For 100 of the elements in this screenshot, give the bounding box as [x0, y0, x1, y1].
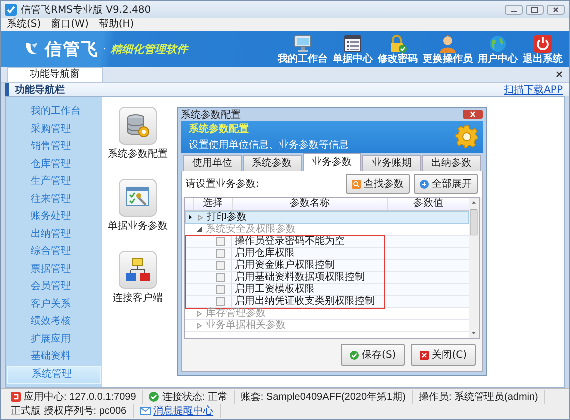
scrollbar[interactable] — [469, 198, 479, 338]
menu-item[interactable]: 帮助(H) — [98, 18, 134, 30]
status-text: 正式版 授权序列号: pc006 — [11, 404, 127, 418]
group-label: 业务单据相关参数 — [206, 320, 286, 331]
parameter-name: 启用仓库权限 — [231, 248, 385, 259]
user-icon — [438, 34, 458, 54]
minimize-icon[interactable] — [505, 4, 523, 14]
parameter-name: 启用基础资料数据项权限控制 — [231, 272, 385, 283]
collapsed-icon[interactable] — [198, 214, 203, 220]
nav-item[interactable]: 综合管理 — [7, 243, 101, 260]
monitor-icon — [293, 34, 313, 54]
shortcut-label: 单据业务参数 — [108, 220, 168, 233]
message-link[interactable]: 消息提醒中心 — [154, 404, 214, 418]
plus-icon — [420, 180, 429, 188]
tool-button[interactable]: 查找参数 — [346, 174, 410, 194]
close-icon[interactable] — [463, 110, 483, 119]
column-header: 选择 — [193, 198, 232, 210]
prompt-label: 请设置业务参数: — [186, 178, 260, 191]
nav-item[interactable]: 采购管理 — [7, 120, 101, 138]
group-row[interactable]: 打印参数 — [185, 211, 469, 224]
toolbar-button[interactable]: 修改密码 — [376, 32, 420, 66]
menu-item[interactable]: 系统(S) — [7, 18, 42, 30]
separator-dot: · — [103, 42, 107, 56]
status-text: 连接状态: 正常 — [162, 390, 228, 404]
group-row[interactable]: 库存管理参数 — [185, 308, 469, 320]
nav-item[interactable]: 系统管理 — [7, 366, 101, 384]
toolbar-button[interactable]: 更换操作员 — [421, 32, 475, 66]
tagline: 精细化管理软件 — [110, 42, 188, 56]
checkbox[interactable] — [216, 273, 225, 282]
app-logo-icon — [5, 4, 17, 16]
maximize-icon[interactable] — [526, 4, 544, 14]
shortcut-button[interactable] — [119, 179, 157, 217]
checkbox[interactable] — [216, 285, 225, 294]
list-icon — [343, 34, 363, 54]
dialog-title: 系统参数配置 — [181, 108, 241, 122]
lock-icon — [388, 34, 408, 54]
app-icon — [11, 392, 21, 402]
envelope-icon — [140, 407, 151, 415]
shortcut-button[interactable] — [119, 251, 157, 289]
parameter-name: 启用资金账户权限控制 — [231, 260, 385, 271]
nav-item[interactable]: 账务处理 — [7, 208, 101, 226]
nav-item[interactable]: 销售管理 — [7, 138, 101, 156]
nav-item[interactable]: 票据管理 — [7, 260, 101, 278]
menu-item[interactable]: 窗口(W) — [51, 18, 89, 30]
nav-item[interactable]: 会员管理 — [7, 278, 101, 296]
close-icon[interactable] — [556, 71, 563, 78]
document-tab[interactable]: 功能导航窗 — [7, 67, 103, 82]
close-icon — [420, 350, 430, 360]
tab[interactable]: 出纳参数 — [422, 155, 481, 171]
column-header: 参数名称 — [232, 198, 387, 210]
parameter-name: 操作员登录密码不能为空 — [231, 236, 385, 247]
search-icon — [352, 180, 361, 188]
tab[interactable]: 业务账期 — [362, 155, 422, 171]
status-text: 操作员: 系统管理员(admin) — [418, 390, 538, 404]
panel-title: 功能导航栏 — [15, 83, 65, 96]
toolbar-button[interactable]: 我的工作台 — [276, 32, 330, 66]
tab[interactable]: 系统参数 — [242, 155, 302, 171]
nav-item[interactable]: 绩效考核 — [7, 313, 101, 330]
close-icon[interactable] — [547, 4, 565, 14]
nav-item[interactable]: 客户关系 — [7, 296, 101, 313]
save-button[interactable]: 保存(S) — [341, 344, 406, 366]
nav-item[interactable]: 出纳管理 — [7, 226, 101, 243]
header-title: 系统参数配置 — [189, 122, 250, 136]
nav-item[interactable]: 基础资料 — [7, 348, 101, 366]
check-icon — [149, 392, 160, 402]
toolbar-button[interactable]: 单据中心 — [331, 32, 375, 66]
nav-item[interactable]: 我的工作台 — [7, 103, 101, 120]
download-link[interactable]: 扫描下载APP — [504, 82, 563, 96]
checkbox[interactable] — [216, 261, 225, 270]
toolbar-button[interactable]: 退出系统 — [521, 32, 565, 66]
shortcut-label: 连接客户端 — [113, 292, 163, 305]
toolbar-button[interactable]: 用户中心 — [476, 32, 520, 66]
globe-icon — [488, 34, 508, 54]
current-row-icon — [188, 215, 192, 220]
nav-item[interactable]: 仓库管理 — [7, 156, 101, 173]
checkbox[interactable] — [216, 237, 225, 246]
nav-item[interactable]: 扩展应用 — [7, 330, 101, 348]
tab[interactable]: 使用单位 — [183, 155, 242, 171]
checkbox[interactable] — [216, 297, 225, 306]
tool-button[interactable]: 全部展开 — [414, 174, 478, 194]
org-chart-icon — [125, 257, 151, 283]
shortcut-label: 系统参数配置 — [108, 148, 168, 161]
status-text: 账套: Sample0409AFF(2020年第1期) — [240, 390, 406, 404]
expanded-icon[interactable] — [197, 227, 202, 232]
tab[interactable]: 业务参数 — [302, 153, 362, 171]
group-label: 库存管理参数 — [206, 308, 266, 319]
parameter-name: 启用工资模板权限 — [231, 284, 385, 295]
power-icon — [533, 34, 553, 54]
nav-item[interactable]: 生产管理 — [7, 173, 101, 190]
status-text: 应用中心: 127.0.0.1:7099 — [24, 390, 136, 404]
parameter-name: 启用出纳凭证收支类别权限控制 — [231, 296, 385, 307]
shortcut-button[interactable] — [119, 107, 157, 145]
group-row[interactable]: 业务单据相关参数 — [185, 320, 469, 332]
window-title: 信管飞RMS专业版 V9.2.480 — [21, 4, 152, 16]
close-button[interactable]: 关闭(C) — [411, 344, 476, 366]
checkbox[interactable] — [216, 249, 225, 258]
nav-item[interactable]: 往来管理 — [7, 190, 101, 208]
gear-icon — [455, 125, 479, 149]
group-label: 系统安全及权限参数 — [206, 224, 296, 235]
check-icon — [350, 350, 360, 360]
